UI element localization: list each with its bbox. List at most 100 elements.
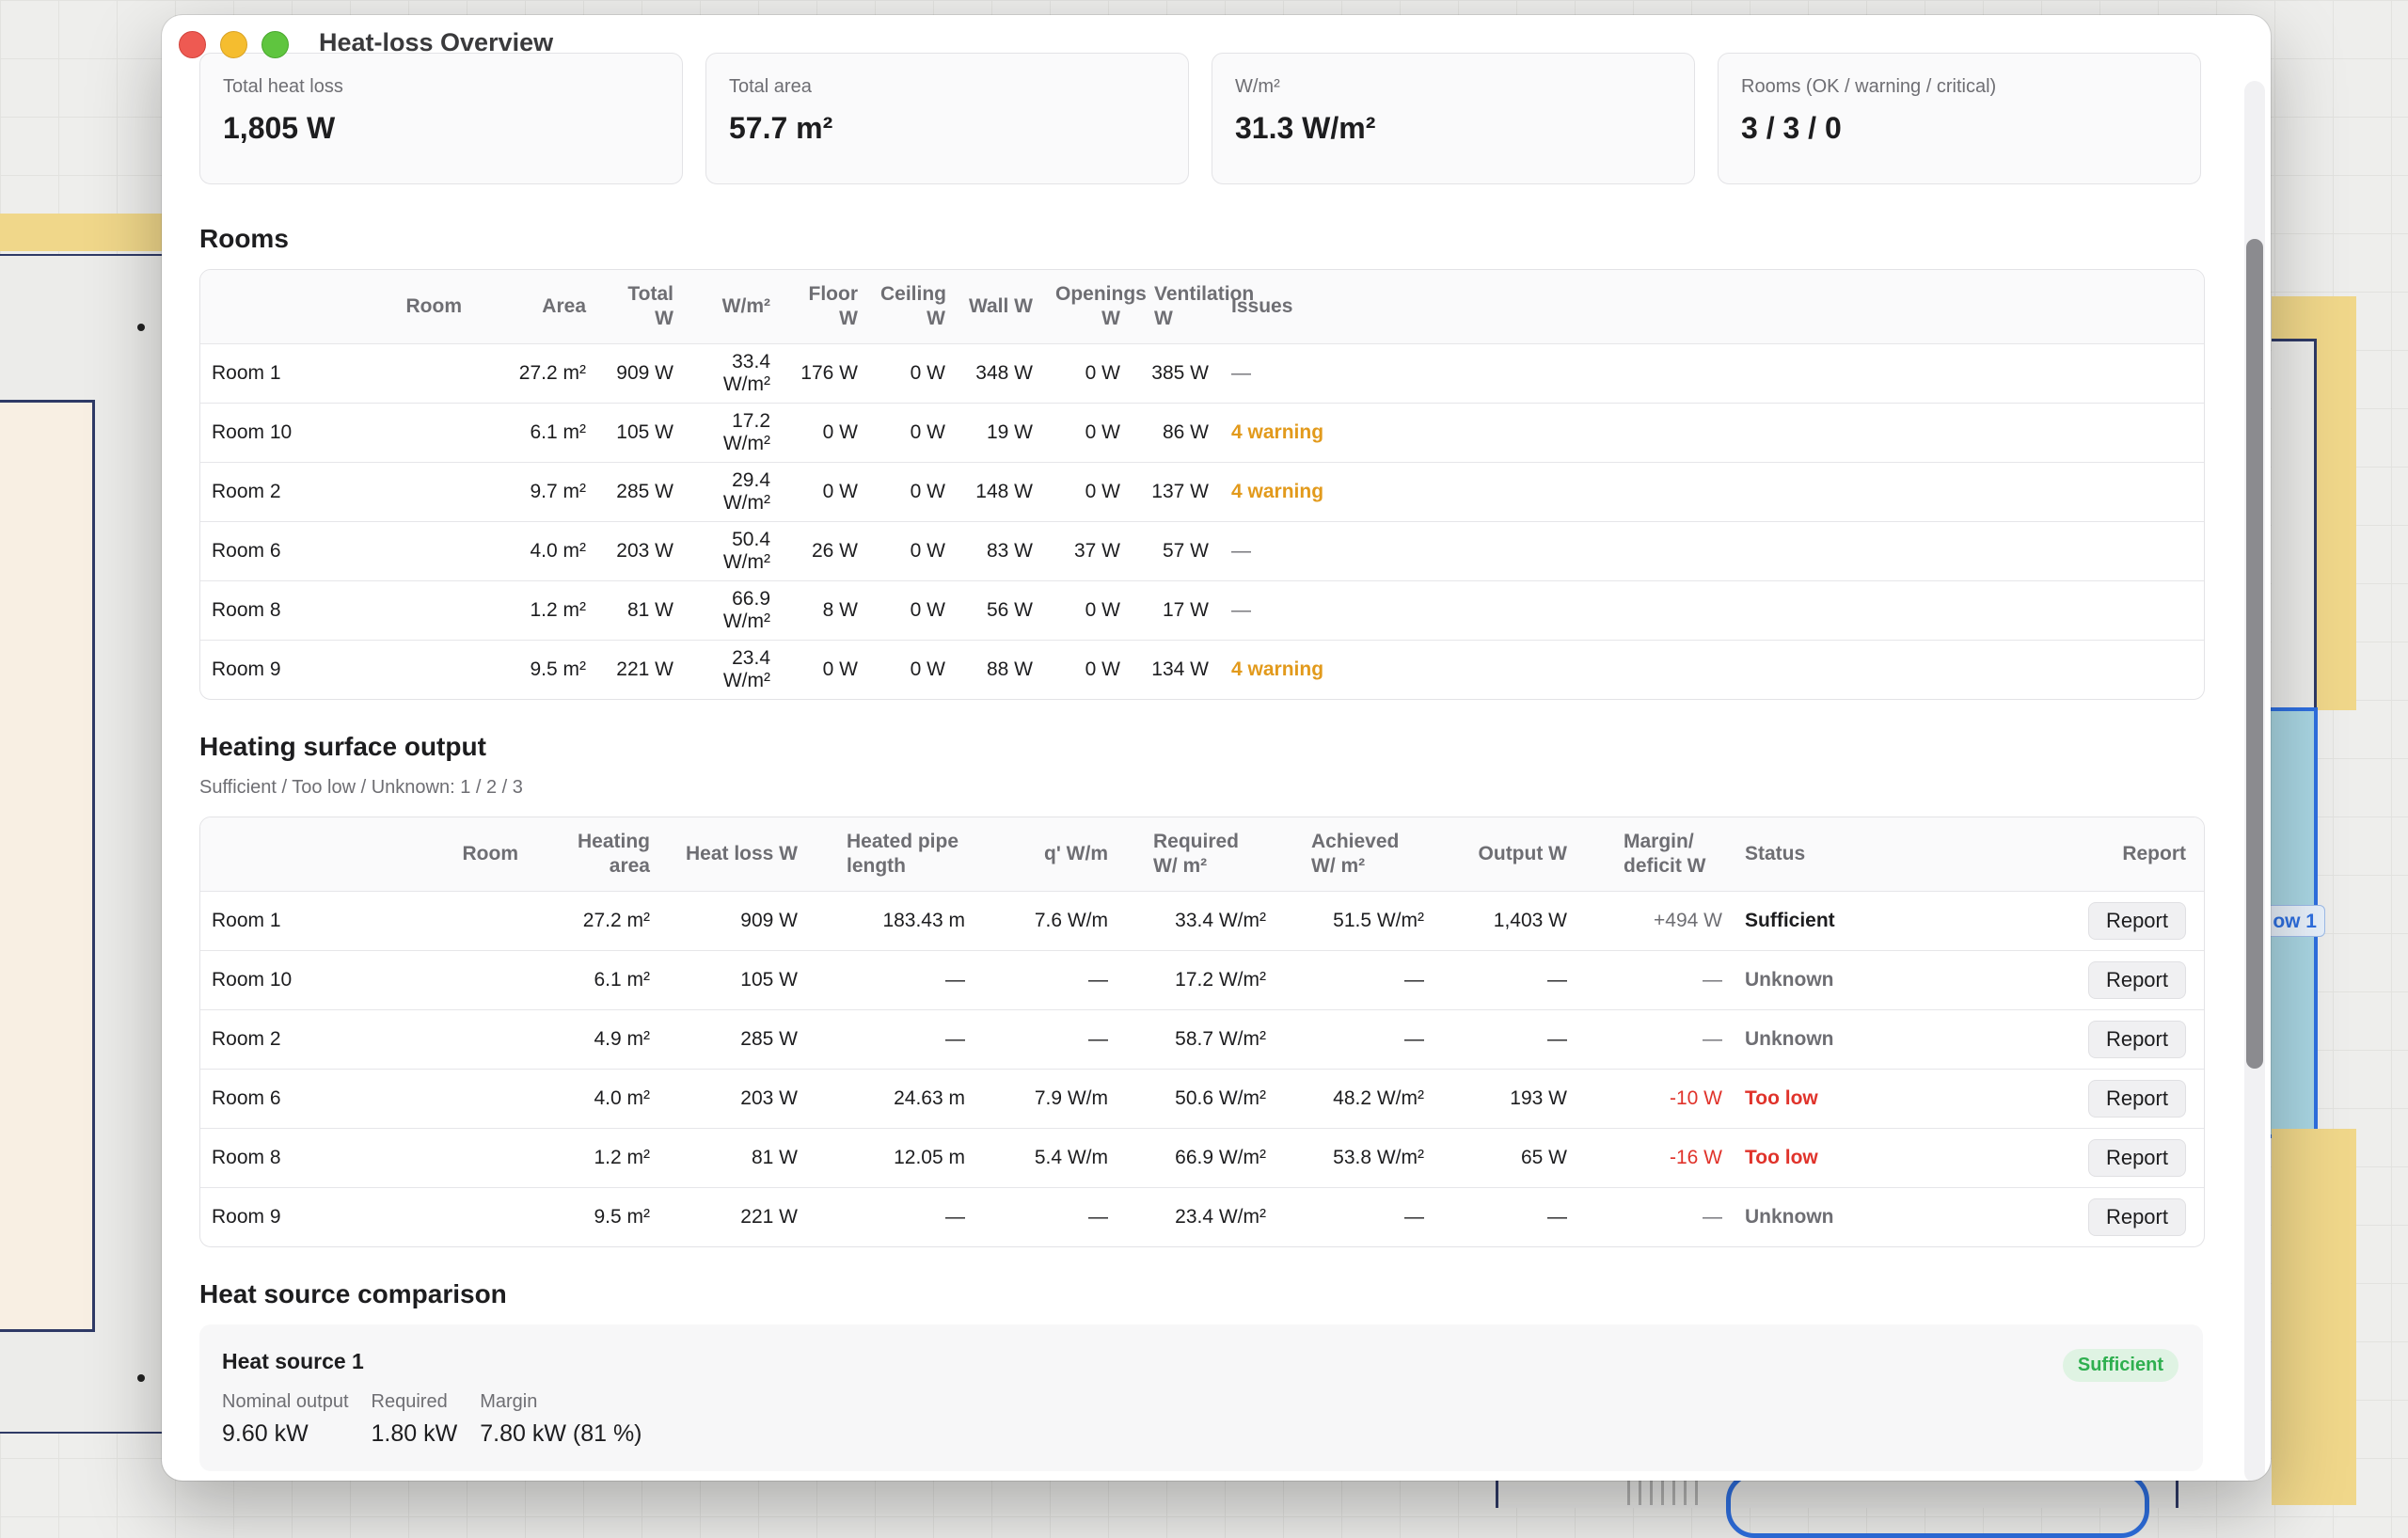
table-row[interactable]: Room 10 6.1 m² 105 W 17.2 W/m² 0 W 0 W 19 W 0 W…	[200, 403, 2204, 462]
table-row[interactable]: Room 8 1.2 m² 81 W 12.05 m 5.4 W/m 66.9 W/m² 5…	[200, 1128, 2204, 1187]
table-cell: 0 W	[822, 481, 858, 502]
room-name: Room 9	[212, 658, 281, 680]
table-cell: 26 W	[811, 540, 858, 562]
report-cell: Report	[1875, 961, 2197, 999]
summary-card-total-heat-loss: Total heat loss 1,805 W	[199, 53, 683, 184]
table-cell: 4.0 m²	[530, 540, 586, 562]
table-row[interactable]: Room 1 27.2 m² 909 W 33.4 W/m² 176 W 0 W 348 W…	[200, 343, 2204, 403]
table-cell: 12.05 m	[894, 1147, 965, 1168]
table-cell: 203 W	[740, 1087, 798, 1109]
column-header: Ventilation W	[1154, 283, 1255, 329]
table-row[interactable]: Room 9 9.5 m² 221 W 23.4 W/m² 0 W 0 W 88 W 0 W 1…	[200, 640, 2204, 699]
table-cell: 6.1 m²	[530, 421, 586, 443]
table-row[interactable]: Room 10 6.1 m² 105 W — — 17.2 W/m² — — — Unknown R…	[200, 950, 2204, 1009]
table-cell: 33.4 W/m²	[722, 351, 770, 395]
report-button[interactable]: Report	[2087, 1021, 2186, 1058]
table-cell: —	[1231, 362, 1251, 384]
table-cell: 6.1 m²	[594, 969, 650, 991]
table-cell: —	[945, 1206, 965, 1228]
table-cell: 7.9 W/m	[1034, 1087, 1108, 1109]
table-cell: 17.2 W/m²	[1175, 969, 1266, 991]
heating-table-header: Room Heating area Heat loss W Heated pipe l…	[200, 817, 2204, 891]
table-cell: 19 W	[986, 421, 1033, 443]
status-label: Too low	[1745, 1087, 1818, 1109]
table-cell: 24.63 m	[894, 1087, 965, 1109]
table-cell: 23.4 W/m²	[1175, 1206, 1266, 1228]
table-cell: 23.4 W/m²	[722, 647, 770, 691]
table-cell: —	[1547, 969, 1567, 991]
table-cell: —	[1088, 1028, 1108, 1050]
report-button[interactable]: Report	[2087, 902, 2186, 940]
column-header: Heating area	[577, 831, 650, 877]
table-cell: 83 W	[986, 540, 1033, 562]
heat-source-name: Heat source 1	[222, 1349, 364, 1373]
vertical-scrollbar[interactable]	[2244, 81, 2265, 1481]
table-row[interactable]: Room 6 4.0 m² 203 W 24.63 m 7.9 W/m 50.6 W/m²…	[200, 1069, 2204, 1128]
scrollbar-thumb[interactable]	[2246, 239, 2263, 1069]
table-cell: 385 W	[1151, 362, 1209, 384]
room-name: Room 10	[212, 421, 293, 443]
table-cell: 105 W	[616, 421, 673, 443]
table-row[interactable]: Room 2 4.9 m² 285 W — — 58.7 W/m² — — — Unknown Re…	[200, 1009, 2204, 1069]
report-cell: Report	[1875, 902, 2197, 940]
rooms-table-header: Room Area Total W W/m² Floor W Ceiling W Wall …	[200, 270, 2204, 343]
window-title: Heat-loss Overview	[319, 28, 554, 56]
table-cell: 0 W	[1085, 658, 1120, 680]
maximize-icon[interactable]	[261, 31, 289, 58]
room-name: Room 2	[212, 1028, 281, 1050]
close-icon[interactable]	[179, 31, 206, 58]
column-header: Output W	[1478, 843, 1567, 864]
table-cell: —	[945, 1028, 965, 1050]
table-cell: —	[1404, 969, 1424, 991]
rooms-table: Room Area Total W W/m² Floor W Ceiling W Wall …	[199, 269, 2205, 700]
table-cell: —	[1547, 1206, 1567, 1228]
card-value: 3 / 3 / 0	[1741, 111, 1842, 145]
table-row[interactable]: Room 2 9.7 m² 285 W 29.4 W/m² 0 W 0 W 148 W 0 W…	[200, 462, 2204, 521]
table-row[interactable]: Room 8 1.2 m² 81 W 66.9 W/m² 8 W 0 W 56 W 0 W 17…	[200, 580, 2204, 640]
table-cell: 8 W	[822, 599, 858, 621]
value: 1.80 kW	[371, 1420, 458, 1447]
table-row[interactable]: Room 1 27.2 m² 909 W 183.43 m 7.6 W/m 33.4 W/…	[200, 891, 2204, 950]
window-titlebar[interactable]: Heat-loss Overview	[162, 15, 2271, 68]
table-cell: 0 W	[822, 658, 858, 680]
table-cell: 203 W	[616, 540, 673, 562]
table-cell: 0 W	[910, 540, 945, 562]
room-name: Room 1	[212, 362, 281, 384]
table-cell: 50.6 W/m²	[1175, 1087, 1266, 1109]
table-cell: —	[1703, 1028, 1722, 1050]
column-header: Margin/ deficit W	[1624, 831, 1706, 877]
heating-section-title: Heating surface output	[199, 732, 486, 761]
card-label: Total heat loss	[223, 76, 343, 97]
table-cell: 51.5 W/m²	[1333, 910, 1424, 931]
table-cell: +494 W	[1654, 910, 1722, 931]
summary-card-total-area: Total area 57.7 m²	[705, 53, 1189, 184]
heat-source-nominal: Nominal output 9.60 kW	[222, 1391, 349, 1448]
table-cell: —	[1231, 540, 1251, 562]
column-header: Floor W	[808, 283, 859, 329]
column-header: Report	[2122, 843, 2186, 864]
table-row[interactable]: Room 9 9.5 m² 221 W — — 23.4 W/m² — — — Unknown Re…	[200, 1187, 2204, 1246]
table-cell: -10 W	[1669, 1087, 1722, 1109]
table-cell: 4.0 m²	[594, 1087, 650, 1109]
column-header: Openings W	[1055, 283, 1147, 329]
table-cell: 66.9 W/m²	[722, 588, 770, 632]
minimize-icon[interactable]	[220, 31, 247, 58]
room-name: Room 6	[212, 1087, 281, 1109]
status-label: Sufficient	[1745, 910, 1835, 931]
table-cell: —	[1703, 969, 1722, 991]
table-cell: 4 warning	[1231, 658, 1324, 680]
report-button[interactable]: Report	[2087, 1080, 2186, 1118]
table-row[interactable]: Room 6 4.0 m² 203 W 50.4 W/m² 26 W 0 W 83 W 37 …	[200, 521, 2204, 580]
table-cell: 5.4 W/m	[1034, 1147, 1108, 1168]
table-cell: 0 W	[1085, 421, 1120, 443]
table-cell: 1.2 m²	[594, 1147, 650, 1168]
plan-wall-band-right-lower	[2272, 1129, 2356, 1505]
report-button[interactable]: Report	[2087, 1139, 2186, 1177]
report-button[interactable]: Report	[2087, 1198, 2186, 1236]
card-label: Rooms (OK / warning / critical)	[1741, 76, 1997, 97]
table-cell: 33.4 W/m²	[1175, 910, 1266, 931]
table-cell: —	[1404, 1206, 1424, 1228]
room-name: Room 2	[212, 481, 281, 502]
report-button[interactable]: Report	[2087, 961, 2186, 999]
card-value: 57.7 m²	[729, 111, 833, 145]
